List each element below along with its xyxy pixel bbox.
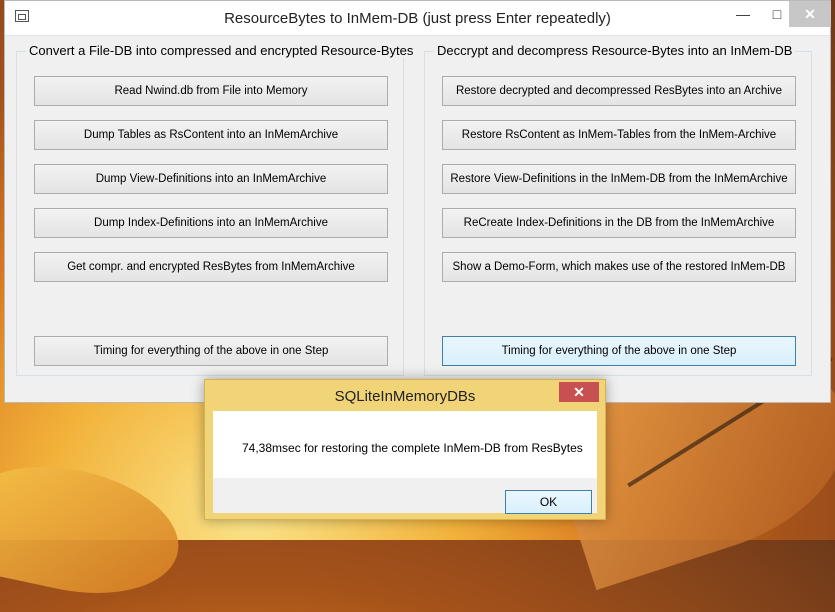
restore-group-label: Deccrypt and decompress Resource-Bytes i… [434,43,796,58]
title-bar: ResourceBytes to InMem-DB (just press En… [5,1,831,36]
dump-views-button[interactable]: Dump View-Definitions into an InMemArchi… [34,164,388,194]
dialog-title-bar: SQLiteInMemoryDBs ✕ [205,380,605,411]
main-window: ResourceBytes to InMem-DB (just press En… [4,0,831,403]
dialog-body: 74,38msec for restoring the complete InM… [213,411,597,478]
convert-group: Convert a File-DB into compressed and en… [16,43,417,376]
message-dialog: SQLiteInMemoryDBs ✕ 74,38msec for restor… [204,379,606,520]
window-title: ResourceBytes to InMem-DB (just press En… [224,10,611,27]
dialog-message: 74,38msec for restoring the complete InM… [242,441,583,455]
show-demo-form-button[interactable]: Show a Demo-Form, which makes use of the… [442,252,796,282]
timing-right-button[interactable]: Timing for everything of the above in on… [442,336,796,366]
recreate-indexes-button[interactable]: ReCreate Index-Definitions in the DB fro… [442,208,796,238]
read-nwind-button[interactable]: Read Nwind.db from File into Memory [34,76,388,106]
dump-indexes-button[interactable]: Dump Index-Definitions into an InMemArch… [34,208,388,238]
dialog-title: SQLiteInMemoryDBs [334,388,476,405]
get-resbytes-button[interactable]: Get compr. and encrypted ResBytes from I… [34,252,388,282]
restore-group: Deccrypt and decompress Resource-Bytes i… [424,43,812,376]
convert-group-label: Convert a File-DB into compressed and en… [26,43,417,58]
restore-tables-button[interactable]: Restore RsContent as InMem-Tables from t… [442,120,796,150]
close-button[interactable]: ✕ [789,1,831,27]
timing-left-button[interactable]: Timing for everything of the above in on… [34,336,388,366]
restore-archive-button[interactable]: Restore decrypted and decompressed ResBy… [442,76,796,106]
minimize-button[interactable]: — [723,1,763,27]
ok-button[interactable]: OK [505,490,592,514]
wallpaper-leaf [0,448,191,612]
dump-tables-button[interactable]: Dump Tables as RsContent into an InMemAr… [34,120,388,150]
restore-views-button[interactable]: Restore View-Definitions in the InMem-DB… [442,164,796,194]
dialog-close-button[interactable]: ✕ [559,382,599,402]
dialog-footer: OK [213,478,597,514]
maximize-button[interactable]: □ [763,1,791,27]
